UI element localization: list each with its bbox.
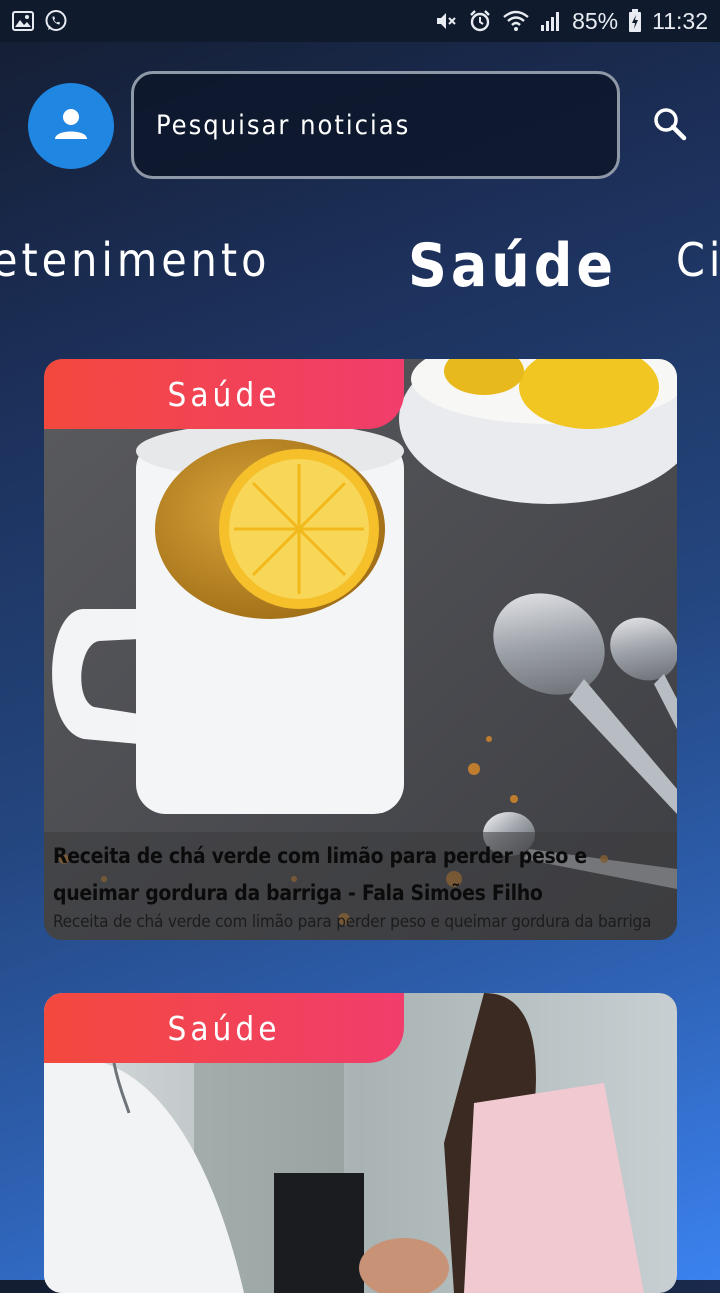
alarm-icon <box>468 9 492 33</box>
battery-icon <box>628 9 642 33</box>
wifi-icon <box>502 9 530 33</box>
article-caption: Receita de chá verde com limão para perd… <box>44 832 677 940</box>
category-badge: Saúde <box>44 359 404 429</box>
tab-entretenimento[interactable]: retenimento <box>0 215 270 305</box>
whatsapp-icon <box>44 9 68 33</box>
tab-ciencia[interactable]: Ci <box>676 215 720 305</box>
image-notification-icon <box>12 11 34 31</box>
article-title: Receita de chá verde com limão para perd… <box>53 844 587 905</box>
profile-avatar-button[interactable] <box>28 83 114 169</box>
news-card[interactable]: Saúde Receita de chá verde com limão par… <box>44 359 677 940</box>
search-input[interactable] <box>154 108 617 142</box>
signal-icon <box>540 10 562 32</box>
article-description: Receita de chá verde com limão para perd… <box>53 912 652 932</box>
battery-percent: 85% <box>572 7 619 34</box>
search-icon <box>652 106 688 147</box>
tab-saude[interactable]: Saúde <box>408 221 617 305</box>
category-badge: Saúde <box>44 993 404 1063</box>
news-card[interactable]: Saúde <box>44 993 677 1293</box>
clock-time: 11:32 <box>652 7 708 34</box>
search-button[interactable] <box>648 104 692 148</box>
user-icon <box>54 107 88 146</box>
status-bar: 85% 11:32 <box>0 0 720 42</box>
search-field[interactable] <box>131 71 620 179</box>
category-tabs: retenimento Saúde Ci <box>0 215 720 305</box>
mute-icon <box>434 9 458 33</box>
